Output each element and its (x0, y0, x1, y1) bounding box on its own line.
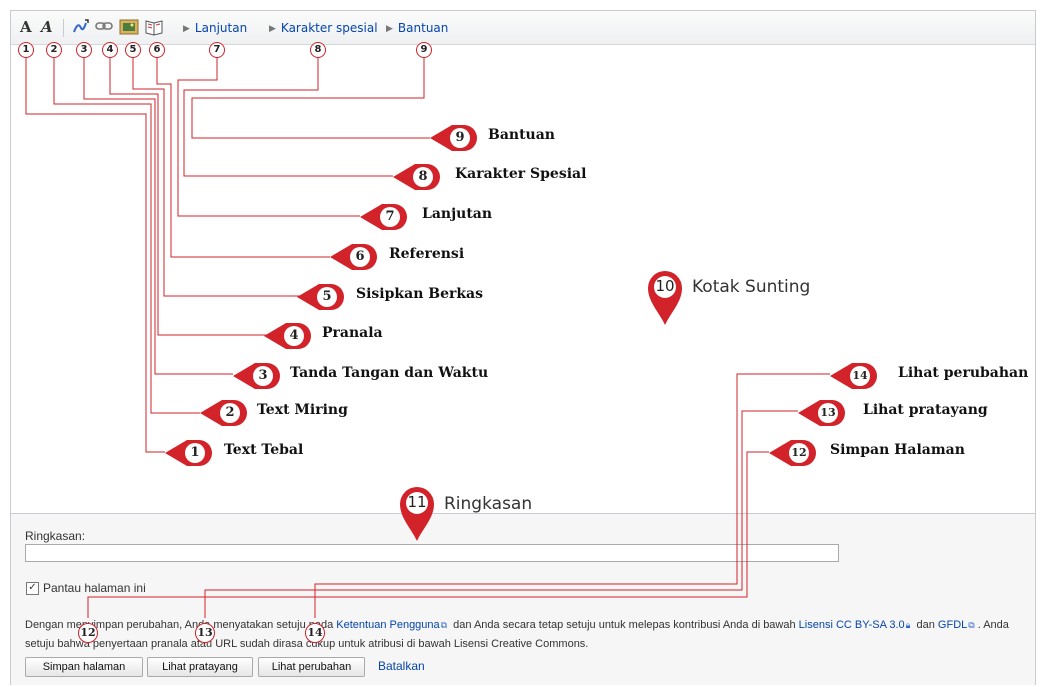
marker-number: 2 (46, 42, 62, 58)
marker-number: 3 (76, 42, 92, 58)
callout-number: 13 (818, 403, 838, 423)
leader-line-6 (156, 56, 330, 258)
callout-label: Simpan Halaman (830, 442, 965, 458)
leader-line-1 (25, 56, 165, 453)
callout-number: 7 (380, 207, 400, 227)
callout-number: 8 (413, 167, 433, 187)
pin-label: Ringkasan (444, 494, 533, 514)
callout-label: Lanjutan (422, 206, 493, 222)
pin-marker-11: 11 (398, 484, 436, 546)
callout-number: 6 (350, 247, 370, 267)
leader-line-7 (177, 56, 360, 217)
callout-number: 3 (253, 366, 273, 386)
callout-label: Lihat pratayang (863, 402, 988, 418)
callout-label: Pranala (322, 325, 383, 341)
marker-number: 14 (305, 623, 325, 643)
leader-line-8 (183, 56, 393, 177)
callout-label: Text Tebal (224, 442, 304, 458)
callout-label: Karakter Spesial (455, 166, 587, 182)
marker-number: 4 (102, 42, 118, 58)
callout-number: 1 (185, 443, 205, 463)
leader-line-9 (191, 56, 430, 139)
marker-number: 8 (310, 42, 326, 58)
pin-number: 11 (407, 493, 427, 511)
callout-number: 14 (850, 366, 870, 386)
callout-number: 5 (317, 287, 337, 307)
marker-number: 7 (209, 42, 225, 58)
marker-number: 9 (416, 42, 432, 58)
marker-number: 1 (18, 42, 34, 58)
marker-number: 6 (149, 42, 165, 58)
callout-label: Text Miring (257, 402, 348, 418)
callout-number: 4 (284, 326, 304, 346)
callout-number: 2 (220, 403, 240, 423)
callout-label: Bantuan (488, 127, 555, 143)
marker-number: 5 (125, 42, 141, 58)
callout-number: 12 (789, 443, 809, 463)
callout-label: Sisipkan Berkas (356, 286, 484, 302)
pin-number: 10 (655, 277, 675, 295)
marker-number: 13 (195, 623, 215, 643)
callout-label: Referensi (389, 246, 465, 262)
pin-marker-10: 10 (646, 268, 684, 330)
callout-label: Lihat perubahan (898, 365, 1029, 381)
pin-label: Kotak Sunting (692, 277, 811, 297)
callout-number: 9 (450, 128, 470, 148)
annotation-lines (25, 56, 830, 618)
callout-label: Tanda Tangan dan Waktu (290, 365, 489, 381)
marker-number: 12 (78, 623, 98, 643)
